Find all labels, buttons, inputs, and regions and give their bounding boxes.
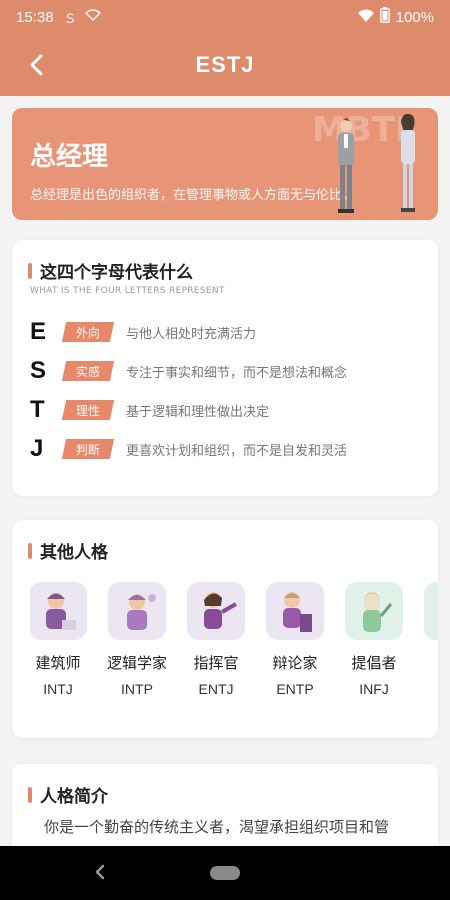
status-right: 100% <box>357 7 434 27</box>
type-item-intj[interactable]: 建筑师 INTJ <box>30 582 90 697</box>
system-nav-bar <box>0 846 450 900</box>
letters-card-title: 这四个字母代表什么 <box>28 258 193 283</box>
type-name: 调 <box>421 652 438 673</box>
type-name: 提倡者 <box>351 654 397 672</box>
type-item-entj[interactable]: 指挥官 ENTJ <box>184 582 248 697</box>
letters-card-subtitle: WHAT IS THE FOUR LETTERS REPRESENT <box>30 286 225 296</box>
sync-icon: Ｓ <box>63 11 77 27</box>
battery-icon <box>379 7 390 27</box>
letter: J <box>30 435 44 462</box>
letter-description: 与他人相处时充满活力 <box>126 326 257 342</box>
status-bar: 15:38 Ｓ 100% <box>0 0 450 34</box>
letter-description: 更喜欢计划和组织，而不是自发和灵活 <box>126 443 348 459</box>
nav-back-icon[interactable] <box>88 860 112 884</box>
businessman-illustration <box>338 118 354 213</box>
letter: S <box>30 357 47 384</box>
other-types-title-text: 其他人格 <box>40 543 108 563</box>
commander-avatar <box>187 582 245 640</box>
letter-tag: 理性 <box>61 400 115 420</box>
letter-row: E 外向 与他人相处时充满活力 <box>30 316 256 348</box>
title-accent-bar <box>28 262 32 279</box>
type-code: INTP <box>121 681 153 697</box>
other-types-title: 其他人格 <box>28 538 108 563</box>
intro-title-text: 人格简介 <box>40 787 108 807</box>
status-time: 15:38 <box>16 8 54 26</box>
app-bar: ESTJ <box>0 34 450 96</box>
hero-title: 总经理 <box>30 142 109 172</box>
letter-description: 基于逻辑和理性做出决定 <box>126 404 270 420</box>
wifi-icon <box>357 9 374 26</box>
letter-tag: 外向 <box>61 322 115 342</box>
battery-level: 100% <box>395 8 434 26</box>
letter-row: S 实感 专注于事实和细节，而不是想法和概念 <box>30 355 347 387</box>
type-name: 辩论家 <box>272 654 318 672</box>
hero-banner: MBTI 总经理 总经理是出色的组织者，在管理事物或人方面无与伦比。 <box>12 108 438 220</box>
advocate-avatar <box>345 582 403 640</box>
chevron-left-icon <box>30 54 43 76</box>
type-code: INTJ <box>43 681 73 697</box>
type-code: ENTP <box>276 681 314 697</box>
letter-tag: 实感 <box>61 361 115 381</box>
mediator-avatar <box>424 582 438 640</box>
letter: T <box>30 396 45 423</box>
letters-card: 这四个字母代表什么 WHAT IS THE FOUR LETTERS REPRE… <box>12 240 438 496</box>
intro-title: 人格简介 <box>28 782 108 807</box>
type-item-entp[interactable]: 辩论家 ENTP <box>263 582 327 697</box>
type-code: ENTJ <box>198 681 234 697</box>
back-button[interactable] <box>20 48 54 82</box>
wifi-off-icon <box>84 9 101 25</box>
letter: E <box>30 318 47 345</box>
type-name: 指挥官 <box>193 654 239 672</box>
other-types-card: 其他人格 建筑师 INTJ 逻辑学家 INTP 指挥官 ENTJ 辩论家 ENT… <box>12 520 438 738</box>
type-item-intp[interactable]: 逻辑学家 INTP <box>105 582 169 697</box>
logician-avatar <box>108 582 166 640</box>
intro-card: 人格简介 你是一个勤奋的传统主义者，渴望承担组织项目和管 <box>12 764 438 846</box>
title-accent-bar <box>28 786 32 803</box>
letter-description: 专注于事实和细节，而不是想法和概念 <box>126 365 348 381</box>
type-name: 逻辑学家 <box>106 654 167 672</box>
intro-text: 你是一个勤奋的传统主义者，渴望承担组织项目和管 <box>44 818 390 836</box>
type-item-infj[interactable]: 提倡者 INFJ <box>342 582 406 697</box>
letter-row: T 理性 基于逻辑和理性做出决定 <box>30 394 269 426</box>
letter-tag: 判断 <box>61 439 115 459</box>
businesswoman-illustration <box>401 113 415 212</box>
scroll-content[interactable]: MBTI 总经理 总经理是出色的组织者，在管理事物或人方面无与伦比。 这四个字母… <box>0 96 450 846</box>
page-title: ESTJ <box>195 52 255 77</box>
type-code: INFJ <box>359 681 389 697</box>
letter-row: J 判断 更喜欢计划和组织，而不是自发和灵活 <box>30 433 347 465</box>
type-item-partial[interactable]: 调 <box>421 582 438 681</box>
letters-card-title-text: 这四个字母代表什么 <box>40 263 193 283</box>
hero-description: 总经理是出色的组织者，在管理事物或人方面无与伦比。 <box>30 188 356 203</box>
title-accent-bar <box>28 542 32 559</box>
nav-home-pill[interactable] <box>210 866 240 880</box>
types-carousel[interactable]: 建筑师 INTJ 逻辑学家 INTP 指挥官 ENTJ 辩论家 ENTP 提倡者… <box>30 582 438 712</box>
type-name: 建筑师 <box>35 654 81 672</box>
architect-avatar <box>30 582 87 640</box>
debater-avatar <box>266 582 324 640</box>
